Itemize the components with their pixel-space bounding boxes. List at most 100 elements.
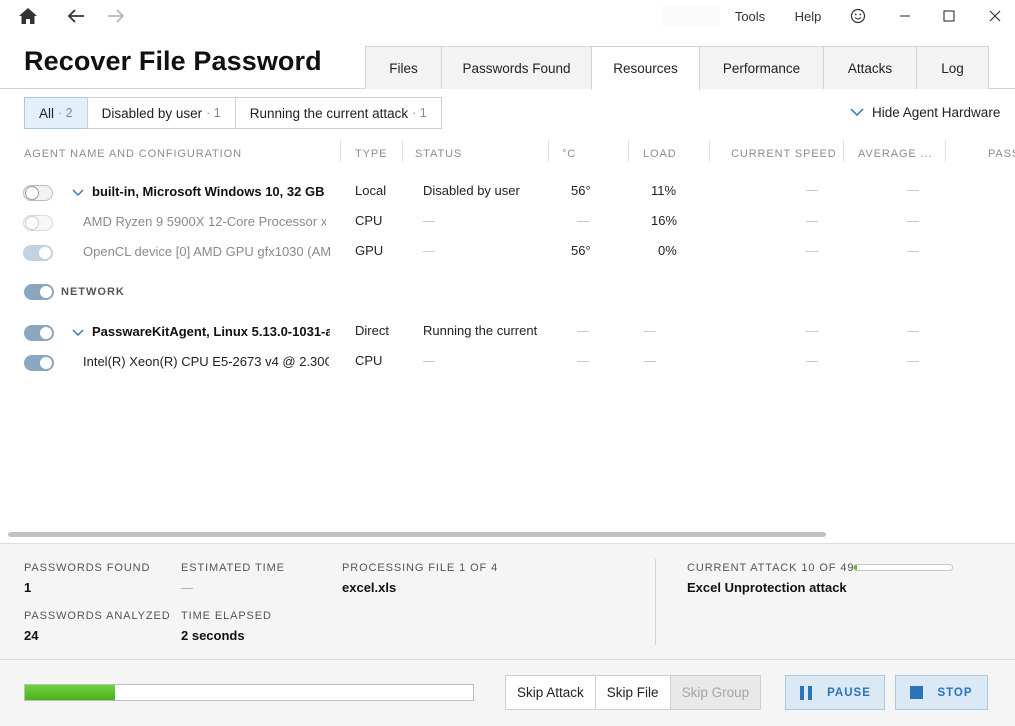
chevron-down-icon bbox=[850, 108, 864, 117]
column-header-agent[interactable]: AGENT NAME AND CONFIGURATION bbox=[24, 148, 242, 160]
filter-label: Disabled by user bbox=[101, 105, 203, 121]
agent-type: Direct bbox=[355, 323, 389, 338]
empty-value-dash bbox=[577, 361, 589, 362]
close-icon[interactable] bbox=[980, 0, 1010, 32]
empty-value-dash bbox=[907, 251, 919, 252]
processing-file-name: excel.xls bbox=[342, 580, 397, 595]
maximize-icon[interactable] bbox=[934, 0, 964, 32]
hide-agent-hardware-label: Hide Agent Hardware bbox=[872, 105, 1001, 120]
device-temperature: 56° bbox=[571, 243, 591, 258]
skip-file-button[interactable]: Skip File bbox=[594, 675, 671, 710]
empty-value-dash bbox=[806, 251, 818, 252]
chevron-down-icon[interactable] bbox=[72, 189, 84, 197]
column-header-current-speed[interactable]: CURRENT SPEED bbox=[731, 148, 837, 160]
empty-value-dash bbox=[644, 331, 656, 332]
title-bar: Tools Help bbox=[0, 0, 1015, 32]
passwords-analyzed-value: 24 bbox=[24, 628, 39, 643]
column-header-type[interactable]: TYPE bbox=[355, 148, 387, 160]
tab-resources[interactable]: Resources bbox=[591, 46, 700, 90]
empty-value-dash bbox=[907, 190, 919, 191]
passwords-found-value: 1 bbox=[24, 580, 32, 595]
column-header-status[interactable]: STATUS bbox=[415, 148, 462, 160]
filter-all[interactable]: All · 2 bbox=[24, 97, 88, 129]
device-toggle-cpu[interactable] bbox=[24, 355, 54, 371]
device-type: CPU bbox=[355, 213, 383, 228]
column-separator[interactable] bbox=[843, 140, 844, 162]
column-header-passwords[interactable]: PASS bbox=[988, 148, 1015, 160]
empty-value-dash bbox=[423, 221, 435, 222]
filter-running-current-attack[interactable]: Running the current attack · 1 bbox=[234, 97, 442, 129]
minimize-icon[interactable] bbox=[890, 0, 920, 32]
empty-value-dash bbox=[644, 361, 656, 362]
column-separator[interactable] bbox=[628, 140, 629, 162]
empty-value-dash bbox=[423, 361, 435, 362]
tab-performance[interactable]: Performance bbox=[699, 46, 824, 89]
column-separator[interactable] bbox=[340, 140, 341, 162]
tab-files[interactable]: Files bbox=[365, 46, 442, 89]
passwords-analyzed-label: PASSWORDS ANALYZED bbox=[24, 610, 171, 622]
column-separator[interactable] bbox=[402, 140, 403, 162]
title-blank-area bbox=[662, 6, 720, 26]
skip-group-button[interactable]: Skip Group bbox=[669, 675, 762, 710]
status-divider bbox=[655, 559, 656, 645]
back-arrow-icon[interactable] bbox=[60, 0, 92, 32]
empty-value-dash bbox=[907, 361, 919, 362]
filter-disabled-by-user[interactable]: Disabled by user · 1 bbox=[86, 97, 236, 129]
empty-value-dash bbox=[806, 190, 818, 191]
column-header-load[interactable]: LOAD bbox=[643, 148, 677, 160]
passwords-found-label: PASSWORDS FOUND bbox=[24, 562, 151, 574]
agent-toggle-passwarekit[interactable] bbox=[24, 325, 54, 341]
column-header-temperature[interactable]: °C bbox=[562, 148, 576, 160]
filter-count: · 1 bbox=[206, 106, 221, 120]
current-attack-progress bbox=[853, 564, 953, 571]
help-menu[interactable]: Help bbox=[786, 0, 830, 32]
device-name: Intel(R) Xeon(R) CPU E5-2673 v4 @ 2.30GH… bbox=[83, 354, 329, 369]
column-header-average[interactable]: AVERAGE ... bbox=[858, 148, 933, 160]
agent-filter-group: All · 2 Disabled by user · 1 Running the c… bbox=[24, 97, 442, 129]
chevron-down-icon[interactable] bbox=[72, 329, 84, 337]
agent-toggle-built-in[interactable] bbox=[23, 185, 53, 201]
page-title: Recover File Password bbox=[24, 46, 322, 76]
empty-value-dash bbox=[806, 331, 818, 332]
empty-value-dash bbox=[907, 331, 919, 332]
current-attack-label: CURRENT ATTACK 10 OF 49 bbox=[687, 562, 855, 574]
empty-value-dash bbox=[907, 221, 919, 222]
column-separator[interactable] bbox=[709, 140, 710, 162]
device-toggle-gpu[interactable] bbox=[23, 245, 53, 261]
status-panel: PASSWORDS FOUND 1 ESTIMATED TIME PROCESS… bbox=[0, 543, 1015, 660]
home-icon[interactable] bbox=[12, 0, 44, 32]
pause-label: PAUSE bbox=[827, 686, 871, 699]
overall-progress-bar bbox=[24, 684, 474, 701]
skip-attack-button[interactable]: Skip Attack bbox=[505, 675, 596, 710]
agent-load: 11% bbox=[651, 183, 677, 198]
device-name: AMD Ryzen 9 5900X 12-Core Processor x24 bbox=[83, 214, 326, 229]
agent-name: built-in, Microsoft Windows 10, 32 GB bbox=[92, 184, 325, 199]
agent-status: Disabled by user bbox=[423, 183, 520, 198]
tab-attacks[interactable]: Attacks bbox=[823, 46, 917, 89]
network-group-label: NETWORK bbox=[61, 286, 125, 298]
stop-button[interactable]: STOP bbox=[895, 675, 988, 710]
pause-button[interactable]: PAUSE bbox=[785, 675, 885, 710]
column-separator[interactable] bbox=[548, 140, 549, 162]
stop-icon bbox=[910, 686, 924, 699]
agent-temperature: 56° bbox=[571, 183, 591, 198]
estimated-time-label: ESTIMATED TIME bbox=[181, 562, 285, 574]
device-name: OpenCL device [0] AMD GPU gfx1030 (AMD bbox=[83, 244, 332, 259]
estimated-time-dash bbox=[181, 588, 193, 589]
processing-file-label: PROCESSING FILE 1 OF 4 bbox=[342, 562, 499, 574]
empty-value-dash bbox=[423, 251, 435, 252]
empty-value-dash bbox=[806, 361, 818, 362]
tab-bar: Files Passwords Found Resources Performa… bbox=[365, 46, 989, 90]
column-separator[interactable] bbox=[945, 140, 946, 162]
action-bar: Skip Attack Skip File Skip Group PAUSE S… bbox=[0, 660, 1015, 726]
forward-arrow-icon[interactable] bbox=[100, 0, 132, 32]
tab-log[interactable]: Log bbox=[916, 46, 989, 89]
scrollbar-thumb[interactable] bbox=[8, 532, 826, 537]
smiley-icon[interactable] bbox=[846, 0, 870, 32]
empty-value-dash bbox=[577, 221, 589, 222]
network-toggle[interactable] bbox=[24, 284, 54, 300]
device-toggle-cpu[interactable] bbox=[23, 215, 53, 231]
hide-agent-hardware-toggle[interactable]: Hide Agent Hardware bbox=[850, 105, 1000, 120]
tab-passwords-found[interactable]: Passwords Found bbox=[441, 46, 592, 89]
tools-menu[interactable]: Tools bbox=[724, 0, 776, 32]
